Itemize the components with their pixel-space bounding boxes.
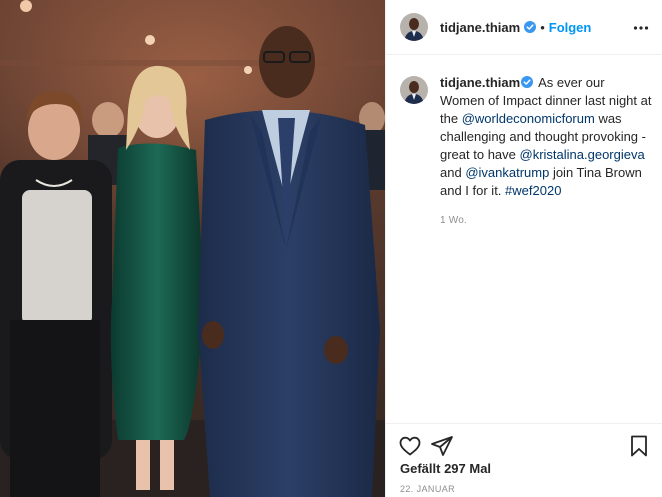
mention-link[interactable]: @worldeconomicforum — [462, 111, 595, 126]
verified-badge-icon — [524, 21, 537, 33]
post-caption: tidjane.thiam As ever our Women of Impac… — [400, 74, 652, 230]
caption-body: tidjane.thiam As ever our Women of Impac… — [440, 74, 652, 230]
bookmark-icon[interactable] — [627, 434, 651, 458]
mention-link[interactable]: @kristalina.georgieva — [520, 147, 645, 162]
caption-avatar[interactable] — [400, 76, 428, 104]
caption-segment: and — [440, 165, 466, 180]
post-photo[interactable] — [0, 0, 385, 497]
post-date: 22. JANUAR — [400, 484, 456, 494]
post-sidebar: tidjane.thiam • Folgen tidjane.thiam As … — [385, 0, 662, 497]
heart-icon[interactable] — [398, 434, 422, 458]
hashtag-link[interactable]: #wef2020 — [505, 183, 561, 198]
caption-username[interactable]: tidjane.thiam — [440, 75, 520, 90]
verified-badge-icon — [521, 76, 534, 88]
instagram-post: tidjane.thiam • Folgen tidjane.thiam As … — [0, 0, 662, 497]
separator-dot: • — [540, 19, 545, 35]
avatar[interactable] — [400, 13, 428, 41]
paper-plane-icon[interactable] — [430, 434, 454, 458]
event-photo-illustration — [0, 0, 385, 497]
follow-button[interactable]: Folgen — [549, 20, 592, 35]
caption-text: tidjane.thiam As ever our Women of Impac… — [440, 74, 652, 200]
caption-timestamp[interactable]: 1 Wo. — [440, 212, 652, 230]
likes-count[interactable]: Gefällt 297 Mal — [400, 461, 491, 476]
header-username[interactable]: tidjane.thiam — [440, 20, 520, 35]
more-options-icon[interactable] — [633, 20, 649, 36]
mention-link[interactable]: @ivankatrump — [465, 165, 549, 180]
post-header: tidjane.thiam • Folgen — [386, 0, 662, 55]
